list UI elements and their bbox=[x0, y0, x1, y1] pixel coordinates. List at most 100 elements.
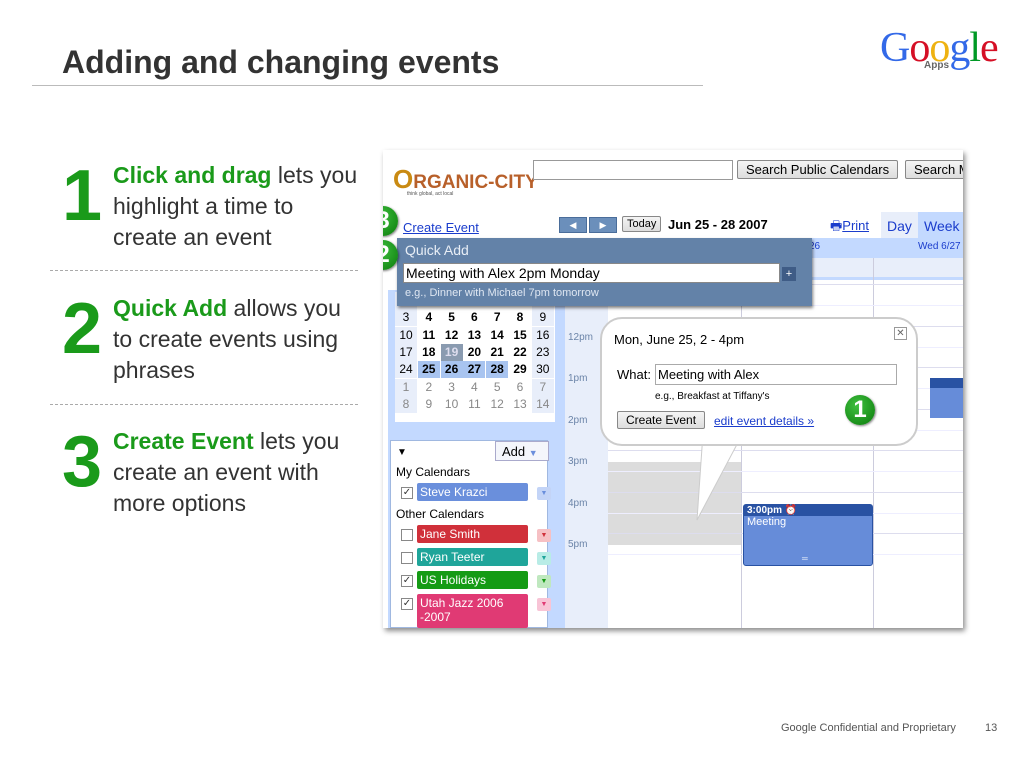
mini-calendar-day[interactable]: 20 bbox=[463, 344, 485, 361]
create-event-button[interactable]: Create Event bbox=[617, 411, 706, 429]
mini-calendar-day[interactable]: 22 bbox=[509, 344, 531, 361]
mini-calendar-day[interactable]: 3 bbox=[441, 379, 463, 396]
mini-calendar-day[interactable]: 14 bbox=[531, 395, 554, 413]
mini-calendar-day[interactable]: 13 bbox=[463, 327, 485, 344]
mini-calendar-day[interactable]: 8 bbox=[395, 395, 417, 413]
mini-calendar-day[interactable]: 17 bbox=[395, 343, 417, 361]
print-link[interactable]: 🖶Print bbox=[830, 217, 869, 239]
time-label: 5pm bbox=[568, 539, 588, 550]
mini-calendar-day[interactable]: 26 bbox=[440, 361, 463, 379]
search-input[interactable] bbox=[533, 160, 733, 180]
mini-calendar-day[interactable]: 11 bbox=[418, 327, 440, 344]
what-label: What: bbox=[617, 367, 651, 382]
tab-day[interactable]: Day bbox=[881, 212, 918, 240]
step-number: 2 bbox=[62, 289, 103, 369]
mini-calendar-day[interactable]: 9 bbox=[418, 396, 440, 413]
calendar-options-dropdown[interactable]: ▼ bbox=[537, 552, 551, 565]
mini-calendar-day[interactable]: 24 bbox=[395, 361, 417, 379]
chevron-down-icon: ▼ bbox=[528, 448, 538, 458]
collapse-icon[interactable]: ▼ bbox=[397, 447, 407, 458]
day-header[interactable]: Wed 6/27 bbox=[918, 241, 961, 252]
today-button[interactable]: Today bbox=[622, 216, 662, 232]
calendar-options-dropdown[interactable]: ▼ bbox=[537, 575, 551, 588]
mini-calendar-day[interactable]: 7 bbox=[531, 378, 554, 396]
other-calendars-heading: Other Calendars bbox=[396, 507, 485, 521]
mini-calendar-day[interactable]: 16 bbox=[531, 326, 554, 344]
mini-calendar-day[interactable]: 1 bbox=[395, 378, 417, 396]
step-keyword: Quick Add bbox=[113, 295, 228, 321]
calendar-checkbox[interactable] bbox=[401, 529, 413, 541]
calendar-options-dropdown[interactable]: ▼ bbox=[537, 487, 551, 500]
create-event-link[interactable]: Create Event bbox=[403, 220, 479, 235]
mini-calendar-day[interactable]: 18 bbox=[418, 344, 440, 361]
step-badge-3: 3 bbox=[383, 206, 398, 236]
printer-icon: 🖶 bbox=[830, 218, 843, 233]
edit-event-details-link[interactable]: edit event details » bbox=[714, 414, 814, 428]
mini-calendar-day[interactable]: 21 bbox=[486, 344, 508, 361]
calendar-item[interactable]: Ryan Teeter bbox=[417, 548, 528, 566]
mini-calendar-day[interactable]: 6 bbox=[463, 309, 485, 326]
mini-calendar-day[interactable]: 15 bbox=[509, 327, 531, 344]
mini-calendar-day[interactable]: 13 bbox=[509, 396, 531, 413]
mini-calendar-day[interactable]: 30 bbox=[531, 361, 554, 379]
mini-calendar: 2728293031123456789101112131415161718192… bbox=[395, 292, 555, 422]
mini-calendar-day[interactable]: 12 bbox=[441, 327, 463, 344]
divider bbox=[50, 270, 358, 271]
google-apps-logo: Google Apps bbox=[880, 25, 999, 71]
mini-calendar-day[interactable]: 10 bbox=[395, 326, 417, 344]
quick-event-bubble: Mon, June 25, 2 - 4pm ✕ What: e.g., Brea… bbox=[600, 317, 918, 446]
mini-calendar-day[interactable]: 10 bbox=[441, 396, 463, 413]
calendar-item[interactable]: Utah Jazz 2006 -2007 bbox=[417, 594, 528, 628]
next-week-button[interactable]: ▶ bbox=[589, 217, 617, 233]
mini-calendar-day[interactable]: 27 bbox=[463, 361, 486, 379]
mini-calendar-day[interactable]: 11 bbox=[463, 396, 485, 413]
mini-calendar-day[interactable]: 7 bbox=[486, 309, 508, 326]
mini-calendar-day[interactable]: 4 bbox=[463, 379, 485, 396]
time-label: 12pm bbox=[568, 331, 594, 343]
prev-week-button[interactable]: ◀ bbox=[559, 217, 587, 233]
mini-calendar-day[interactable]: 12 bbox=[486, 396, 508, 413]
calendar-options-dropdown[interactable]: ▼ bbox=[537, 598, 551, 611]
quick-add-hint: e.g., Dinner with Michael 7pm tomorrow bbox=[405, 287, 599, 299]
mini-calendar-day[interactable]: 6 bbox=[509, 379, 531, 396]
search-my-calendars-button[interactable]: Search My Calendars bbox=[905, 160, 963, 179]
footer-confidential: Google Confidential and Proprietary bbox=[781, 722, 956, 734]
mini-calendar-day[interactable]: 19 bbox=[440, 343, 463, 361]
calendar-checkbox[interactable]: ✓ bbox=[401, 598, 413, 610]
calendar-checkbox[interactable]: ✓ bbox=[401, 487, 413, 499]
quick-add-submit-button[interactable]: + bbox=[782, 267, 796, 281]
search-public-calendars-button[interactable]: Search Public Calendars bbox=[737, 160, 899, 179]
mini-calendar-day[interactable]: 14 bbox=[486, 327, 508, 344]
calendar-options-dropdown[interactable]: ▼ bbox=[537, 529, 551, 542]
event-when: Mon, June 25, 2 - 4pm bbox=[614, 332, 745, 347]
quick-add-input[interactable] bbox=[403, 263, 780, 283]
calendar-screenshot: ORGANIC-CITY think global, act local Sea… bbox=[383, 150, 963, 628]
step-number: 1 bbox=[62, 156, 103, 236]
calendar-checkbox[interactable] bbox=[401, 552, 413, 564]
time-label: 3pm bbox=[568, 456, 588, 467]
mini-calendar-day[interactable]: 5 bbox=[441, 309, 463, 326]
mini-calendar-day[interactable]: 8 bbox=[509, 309, 531, 326]
mini-calendar-day[interactable]: 28 bbox=[486, 361, 509, 379]
calendar-checkbox[interactable]: ✓ bbox=[401, 575, 413, 587]
mini-calendar-day[interactable]: 5 bbox=[486, 379, 508, 396]
add-calendar-button[interactable]: Add ▼ bbox=[495, 441, 549, 461]
tab-week[interactable]: Week bbox=[918, 212, 963, 240]
mini-calendar-day[interactable]: 2 bbox=[418, 379, 440, 396]
time-label: 1pm bbox=[568, 373, 588, 384]
calendar-event-partial[interactable] bbox=[930, 378, 963, 418]
mini-calendar-day[interactable]: 9 bbox=[531, 309, 554, 327]
step-badge-2: 2 bbox=[383, 240, 398, 270]
what-input[interactable] bbox=[655, 364, 897, 385]
title-divider bbox=[32, 85, 703, 86]
quick-add-panel: Quick Add + e.g., Dinner with Michael 7p… bbox=[397, 238, 812, 306]
mini-calendar-day[interactable]: 23 bbox=[531, 343, 554, 361]
calendar-item[interactable]: US Holidays bbox=[417, 571, 528, 589]
mini-calendar-day[interactable]: 29 bbox=[509, 361, 531, 378]
mini-calendar-day[interactable]: 4 bbox=[418, 309, 440, 326]
close-icon[interactable]: ✕ bbox=[894, 327, 907, 340]
calendar-item[interactable]: Jane Smith bbox=[417, 525, 528, 543]
mini-calendar-day[interactable]: 25 bbox=[417, 361, 440, 379]
mini-calendar-day[interactable]: 3 bbox=[395, 309, 417, 327]
calendar-item[interactable]: Steve Krazci bbox=[417, 483, 528, 501]
